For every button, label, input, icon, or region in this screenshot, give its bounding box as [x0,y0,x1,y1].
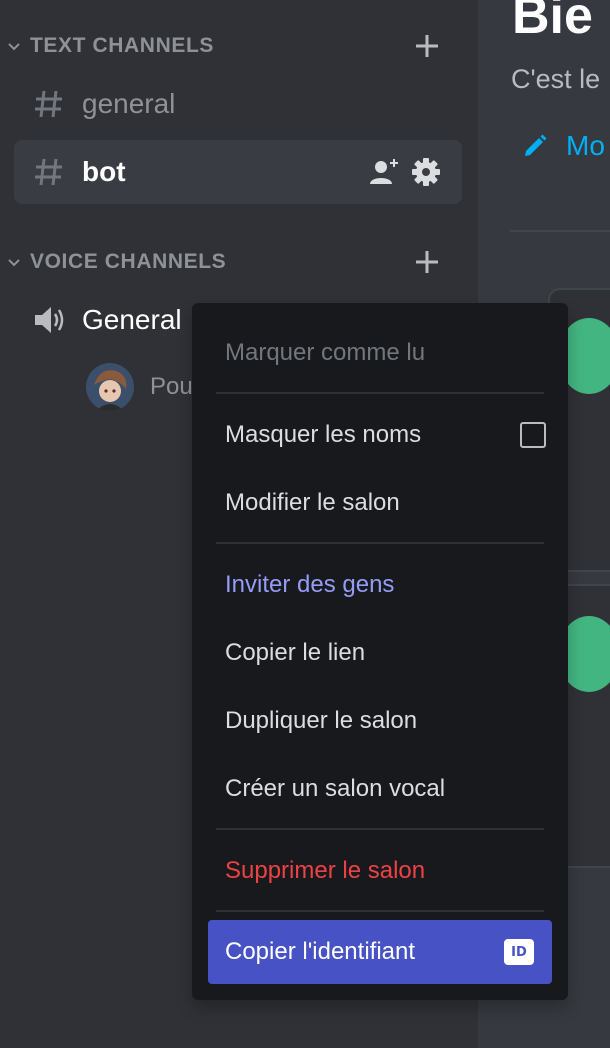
menu-item-label: Créer un salon vocal [225,775,446,802]
edit-link-label: Mo [566,130,605,161]
chevron-down-icon [8,259,20,267]
add-member-icon[interactable] [368,156,400,188]
plus-icon[interactable] [412,247,442,277]
category-voice-channels[interactable]: VOICE CHANNELS [0,242,478,282]
chevron-down-icon [8,43,20,51]
menu-item-hide-names[interactable]: Masquer les noms [208,403,552,467]
menu-separator [216,910,544,912]
channel-name: general [82,88,176,119]
menu-item-create-voice-channel[interactable]: Créer un salon vocal [208,757,552,821]
menu-item-mark-read: Marquer comme lu [208,321,552,385]
welcome-subtitle: C'est le [511,64,601,94]
category-text-channels[interactable]: TEXT CHANNELS [0,26,478,66]
menu-item-label: Masquer les noms [225,421,422,448]
speaker-icon [35,307,64,333]
channel-general[interactable]: general [14,72,462,136]
menu-item-delete-channel[interactable]: Supprimer le salon [208,839,552,903]
hashtag-icon [35,90,62,118]
channel-bot[interactable]: bot [14,140,462,204]
menu-item-label: Marquer comme lu [225,339,426,366]
channel-name: bot [82,156,126,187]
avatar [86,363,134,411]
category-label: VOICE CHANNELS [30,250,227,273]
edit-channel-link[interactable]: Mo [522,130,605,162]
divider [510,230,610,232]
menu-item-label: Copier le lien [225,639,366,666]
menu-item-label: Inviter des gens [225,571,395,598]
menu-separator [216,392,544,394]
menu-item-invite-people[interactable]: Inviter des gens [208,553,552,617]
plus-icon[interactable] [412,31,442,61]
menu-item-edit-channel[interactable]: Modifier le salon [208,471,552,535]
menu-item-label: Supprimer le salon [225,857,426,884]
voice-user[interactable]: Pou [86,362,193,412]
menu-separator [216,542,544,544]
category-label: TEXT CHANNELS [30,34,214,57]
menu-separator [216,828,544,830]
hide-names-checkbox[interactable] [520,422,546,448]
context-menu: Marquer comme lu Masquer les noms Modifi… [192,303,568,1000]
menu-item-label: Copier l'identifiant [225,938,416,965]
welcome-title: Bie [512,0,593,45]
hashtag-icon [35,158,62,186]
pencil-icon [525,134,547,156]
gear-icon[interactable] [410,156,442,188]
menu-item-label: Modifier le salon [225,489,400,516]
menu-item-copy-id[interactable]: Copier l'identifiant ID [208,920,552,984]
id-badge-icon: ID [504,939,534,965]
menu-item-copy-link[interactable]: Copier le lien [208,621,552,685]
menu-item-label: Dupliquer le salon [225,707,418,734]
channel-name: General [82,304,182,335]
menu-item-duplicate-channel[interactable]: Dupliquer le salon [208,689,552,753]
voice-user-name: Pou [150,373,193,400]
